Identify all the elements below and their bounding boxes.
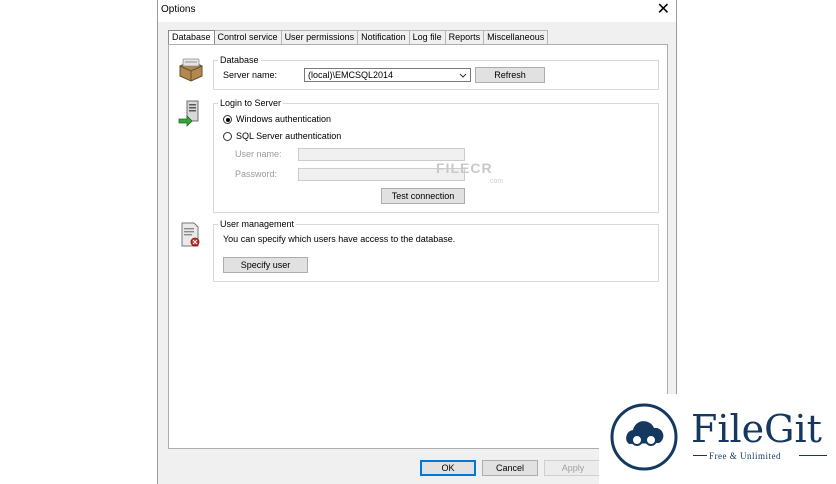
filegit-tagline: Free & Unlimited <box>709 451 781 461</box>
chevron-down-icon[interactable] <box>458 70 468 81</box>
filecr-watermark-suffix: .com <box>488 178 504 185</box>
database-group-label: Database <box>218 55 261 65</box>
database-tab-panel: Database Server name: (local)\EMCSQL2014… <box>168 44 668 449</box>
tab-database[interactable]: Database <box>168 30 215 44</box>
tab-log-file[interactable]: Log file <box>408 30 446 44</box>
tagline-rule-left <box>693 455 707 456</box>
refresh-button[interactable]: Refresh <box>475 67 545 83</box>
title-bar: Options ✕ <box>158 0 676 22</box>
database-group: Database Server name: (local)\EMCSQL2014… <box>213 55 659 90</box>
password-label: Password: <box>235 169 278 179</box>
user-management-icon <box>181 222 200 247</box>
sql-auth-label[interactable]: SQL Server authentication <box>236 131 341 142</box>
windows-auth-radio[interactable] <box>223 115 232 124</box>
windows-auth-label[interactable]: Windows authentication <box>236 114 331 125</box>
sql-auth-radio[interactable] <box>223 132 232 141</box>
apply-button[interactable]: Apply <box>544 460 602 476</box>
tab-reports[interactable]: Reports <box>444 30 485 44</box>
filegit-name: FileGit <box>691 407 822 451</box>
ok-button[interactable]: OK <box>420 460 476 476</box>
tab-user-permissions[interactable]: User permissions <box>280 30 359 44</box>
user-management-description: You can specify which users have access … <box>223 234 456 244</box>
server-name-combo[interactable]: (local)\EMCSQL2014 <box>304 68 471 82</box>
server-login-icon <box>178 100 199 127</box>
login-group-label: Login to Server <box>218 98 284 108</box>
user-management-group-label: User management <box>218 219 297 229</box>
close-icon[interactable]: ✕ <box>657 1 670 19</box>
filegit-badge: FileGit Free & Unlimited <box>599 394 836 484</box>
tab-strip: Database Control service User permission… <box>168 30 549 44</box>
filegit-logo-icon <box>610 403 678 471</box>
tagline-rule-right <box>799 455 827 456</box>
tab-notification[interactable]: Notification <box>357 30 410 44</box>
test-connection-button[interactable]: Test connection <box>381 188 465 204</box>
window-title: Options <box>161 4 196 15</box>
cancel-button[interactable]: Cancel <box>482 460 538 476</box>
tab-control-service[interactable]: Control service <box>213 30 282 44</box>
tab-miscellaneous[interactable]: Miscellaneous <box>483 30 549 44</box>
user-name-label: User name: <box>235 149 282 159</box>
filecr-watermark-text: FILECR <box>436 160 493 176</box>
login-group: Login to Server Windows authentication S… <box>213 98 659 213</box>
server-name-label: Server name: <box>223 70 278 80</box>
database-icon <box>179 58 203 82</box>
filecr-watermark: FILECR <box>436 160 493 176</box>
server-name-value: (local)\EMCSQL2014 <box>308 70 394 80</box>
user-management-group: User management You can specify which us… <box>213 219 659 282</box>
specify-user-button[interactable]: Specify user <box>223 257 308 273</box>
